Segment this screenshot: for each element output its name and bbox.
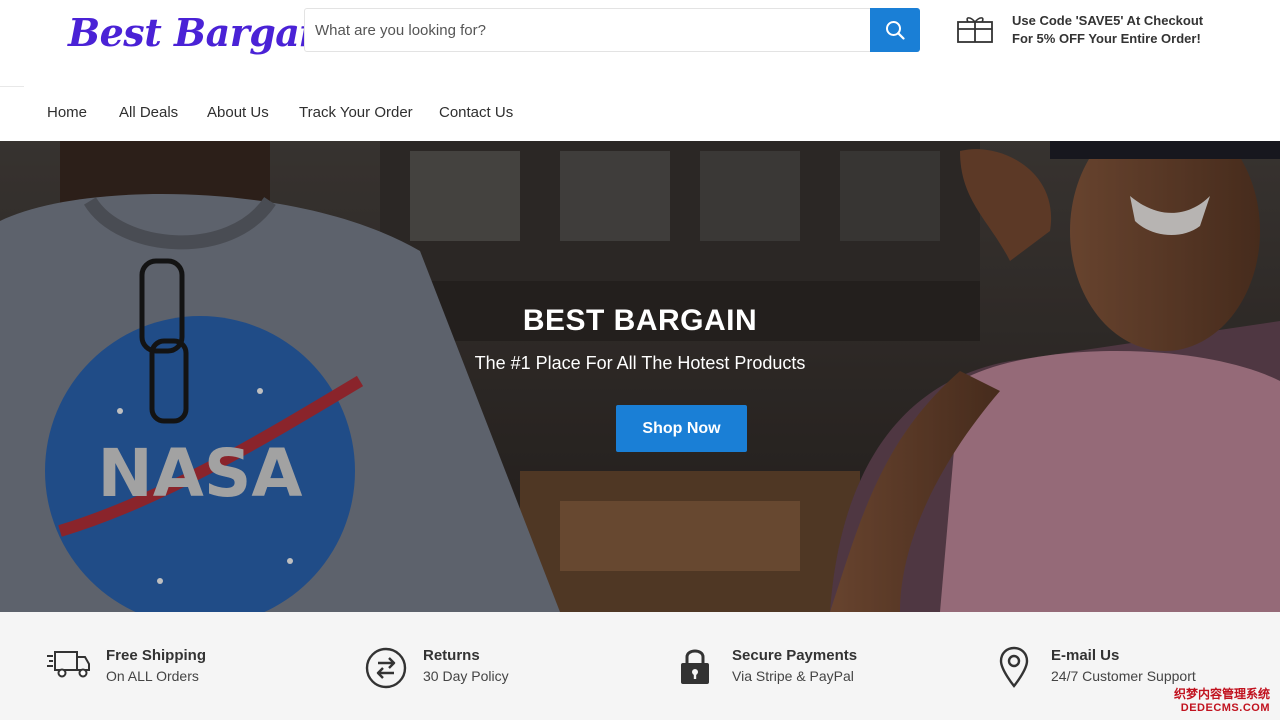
feature-subtitle: On ALL Orders [106, 668, 199, 684]
feature-title: Secure Payments [732, 647, 858, 664]
map-pin-icon [999, 646, 1029, 688]
promo-line-2: For 5% OFF Your Entire Order! [1012, 31, 1201, 46]
watermark-line-2: DEDECMS.COM [1180, 702, 1270, 714]
hero-banner: NASA BEST BARGAIN The #1 Place For All T… [0, 141, 1280, 612]
hero-title: BEST BARGAIN [522, 304, 758, 337]
feature-returns: Returns 30 Day Policy [363, 646, 509, 690]
feature-title: Returns [423, 647, 480, 664]
feature-subtitle: 24/7 Customer Support [1051, 668, 1196, 684]
site-logo[interactable]: Best Bargain [68, 10, 341, 55]
nav-all-deals[interactable]: All Deals [119, 104, 178, 121]
feature-email-us: E-mail Us 24/7 Customer Support [991, 646, 1196, 690]
main-nav: Home All Deals About Us Track Your Order… [0, 87, 1280, 141]
shop-now-button[interactable]: Shop Now [616, 405, 747, 452]
nav-about-us[interactable]: About Us [207, 104, 269, 121]
lock-icon [681, 649, 709, 684]
features-bar: Free Shipping On ALL Orders Returns 30 D… [0, 612, 1280, 720]
feature-title: Free Shipping [106, 647, 207, 664]
feature-secure-payments: Secure Payments Via Stripe & PayPal [672, 646, 857, 690]
search-bar [304, 8, 920, 52]
returns-icon [365, 647, 407, 689]
hero-subtitle: The #1 Place For All The Hotest Products [474, 353, 806, 373]
nav-home[interactable]: Home [47, 104, 87, 121]
hero-overlay [0, 141, 1280, 612]
truck-icon [47, 651, 90, 678]
gift-icon [957, 17, 993, 43]
nav-contact-us[interactable]: Contact Us [439, 104, 513, 121]
feature-free-shipping: Free Shipping On ALL Orders [46, 646, 206, 690]
watermark-line-1: 织梦内容管理系统 [1173, 687, 1270, 701]
search-input[interactable] [305, 9, 870, 51]
nav-track-order[interactable]: Track Your Order [299, 104, 413, 121]
watermark: 织梦内容管理系统 DEDECMS.COM [1174, 685, 1270, 714]
feature-subtitle: Via Stripe & PayPal [732, 668, 854, 684]
site-header: Best Bargain Use Code 'SAVE5' At Checkou… [0, 0, 1280, 86]
search-icon [886, 21, 905, 40]
feature-subtitle: 30 Day Policy [423, 668, 509, 684]
search-button[interactable] [870, 8, 920, 52]
promo-banner: Use Code 'SAVE5' At Checkout For 5% OFF … [956, 12, 1203, 48]
promo-line-1: Use Code 'SAVE5' At Checkout [1012, 13, 1204, 28]
feature-title: E-mail Us [1051, 647, 1120, 664]
